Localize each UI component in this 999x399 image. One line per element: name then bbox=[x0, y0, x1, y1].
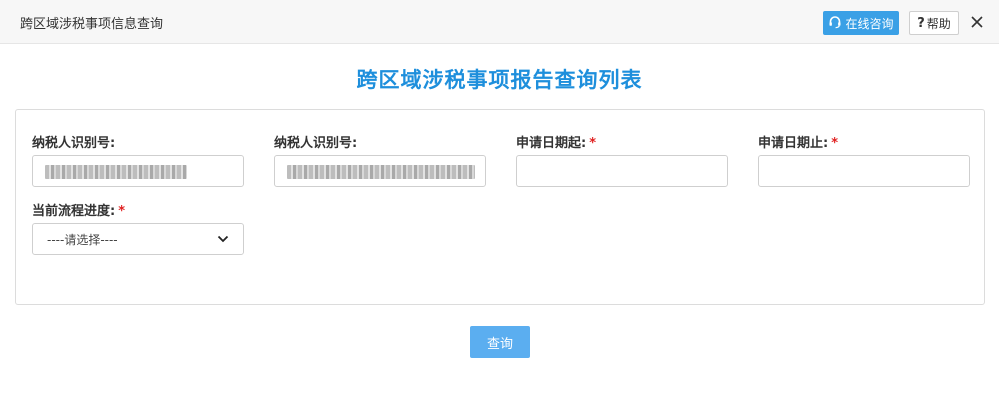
taxpayer-id-label-2: 纳税人识别号: bbox=[274, 132, 357, 151]
date-end-label-text: 申请日期止: bbox=[758, 136, 829, 151]
required-mark: * bbox=[118, 204, 126, 219]
chevron-down-icon bbox=[217, 233, 229, 248]
date-start-input[interactable] bbox=[516, 155, 728, 187]
taxpayer-id-label-1-text: 纳税人识别号: bbox=[32, 136, 116, 151]
masked-value bbox=[287, 165, 475, 179]
window-title: 跨区域涉税事项信息查询 bbox=[20, 17, 164, 32]
required-mark: * bbox=[589, 136, 597, 151]
required-mark: * bbox=[831, 136, 839, 151]
date-end-input[interactable] bbox=[758, 155, 970, 187]
process-status-label-text: 当前流程进度: bbox=[32, 204, 116, 219]
page-title: 跨区域涉税事项报告查询列表 bbox=[356, 68, 643, 92]
close-icon bbox=[970, 14, 984, 33]
date-start-label: 申请日期起: * bbox=[516, 132, 596, 151]
online-consult-label: 在线咨询 bbox=[845, 16, 894, 31]
masked-value bbox=[45, 165, 187, 179]
taxpayer-id-field-1[interactable] bbox=[32, 155, 244, 187]
headset-icon bbox=[828, 15, 842, 32]
taxpayer-id-field-2[interactable] bbox=[274, 155, 486, 187]
process-status-selected: ----请选择---- bbox=[47, 232, 118, 247]
close-button[interactable] bbox=[966, 11, 988, 35]
process-status-select[interactable]: ----请选择---- bbox=[32, 223, 244, 255]
query-button[interactable]: 查询 bbox=[470, 326, 530, 358]
date-end-label: 申请日期止: * bbox=[758, 132, 838, 151]
process-status-label: 当前流程进度: * bbox=[32, 200, 125, 219]
online-consult-button[interactable]: 在线咨询 bbox=[823, 11, 899, 35]
taxpayer-id-label-1: 纳税人识别号: bbox=[32, 132, 115, 151]
help-button[interactable]: ? 帮助 bbox=[909, 11, 959, 35]
window-header: 跨区域涉税事项信息查询 在线咨询 ? 帮助 bbox=[0, 0, 999, 44]
taxpayer-id-label-2-text: 纳税人识别号: bbox=[274, 136, 358, 151]
query-form-panel: 纳税人识别号: 纳税人识别号: 申请日期起: * 申请日期止: * 当前流程进度: *… bbox=[15, 109, 985, 305]
help-label: 帮助 bbox=[926, 16, 951, 31]
date-start-label-text: 申请日期起: bbox=[516, 136, 587, 151]
question-icon: ? bbox=[917, 15, 925, 31]
